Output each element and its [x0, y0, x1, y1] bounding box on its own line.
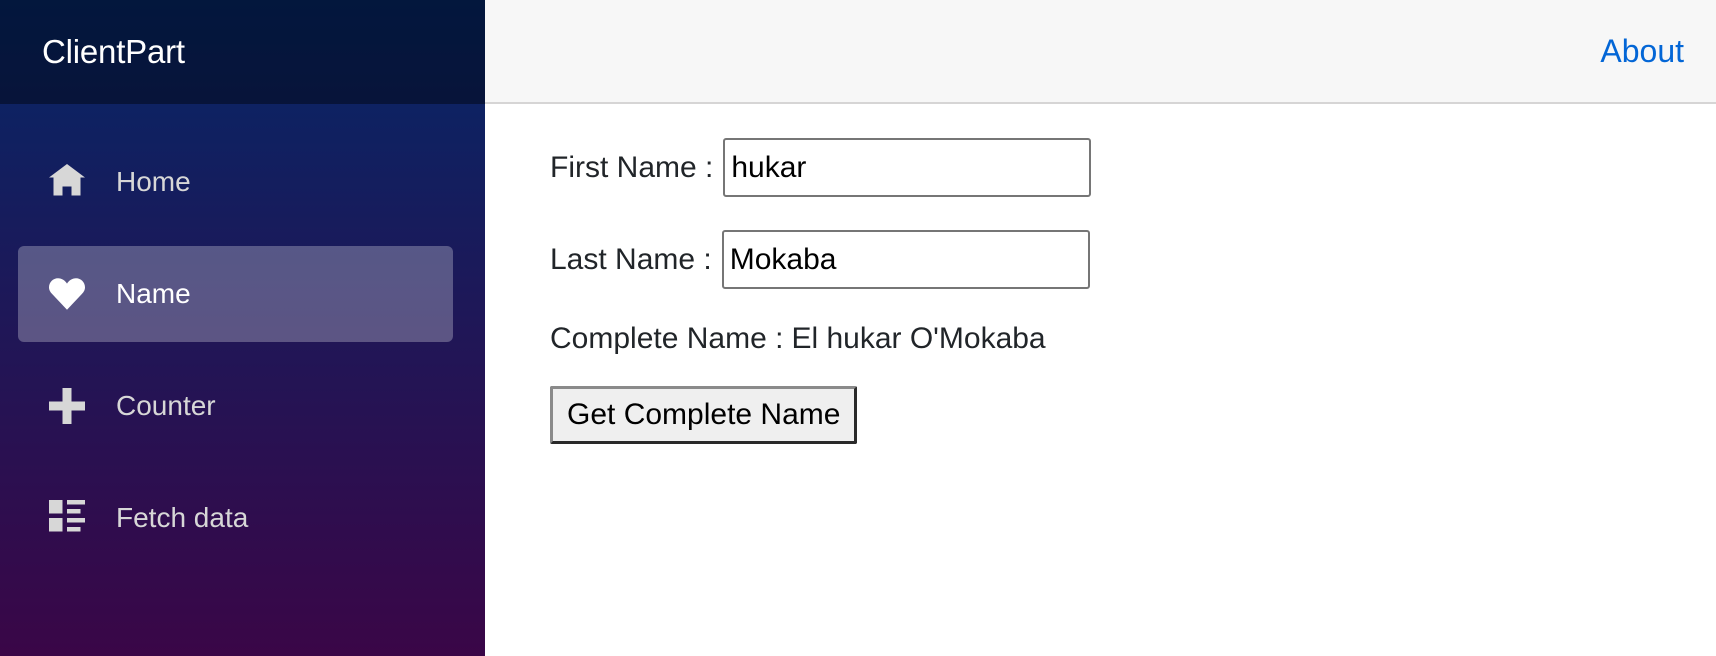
first-name-row: First Name :	[550, 138, 1716, 197]
nav-item-counter[interactable]: Counter	[18, 358, 453, 454]
nav-menu: Home Name Counter Fetch data	[0, 104, 485, 582]
top-bar: About	[485, 0, 1716, 104]
heart-icon	[48, 275, 86, 313]
complete-name-row: Complete Name : El hukar O'Mokaba	[550, 322, 1716, 356]
last-name-row: Last Name :	[550, 230, 1716, 289]
brand-link[interactable]: ClientPart	[42, 33, 185, 71]
last-name-label: Last Name :	[550, 242, 712, 276]
nav-item-home[interactable]: Home	[18, 134, 453, 230]
first-name-input[interactable]	[723, 138, 1092, 197]
complete-name-value: El hukar O'Mokaba	[791, 322, 1046, 355]
nav-item-name[interactable]: Name	[18, 246, 453, 342]
page-content: First Name : Last Name : Complete Name :…	[485, 104, 1716, 444]
about-link[interactable]: About	[1600, 33, 1684, 70]
nav-item-label: Fetch data	[116, 502, 249, 533]
nav-item-label: Name	[116, 278, 191, 309]
sidebar: ClientPart Home Name Counter Fetch data	[0, 0, 485, 656]
complete-name-label: Complete Name :	[550, 322, 784, 355]
list-rich-icon	[48, 499, 86, 537]
main-area: About First Name : Last Name : Complete …	[485, 0, 1716, 656]
first-name-label: First Name :	[550, 150, 714, 184]
plus-icon	[48, 387, 86, 425]
nav-item-label: Home	[116, 166, 191, 197]
nav-item-label: Counter	[116, 390, 216, 421]
nav-item-fetch-data[interactable]: Fetch data	[18, 470, 453, 566]
brand-bar: ClientPart	[0, 0, 485, 104]
get-complete-name-button[interactable]: Get Complete Name	[550, 386, 858, 444]
home-icon	[48, 163, 86, 201]
last-name-input[interactable]	[721, 230, 1090, 289]
